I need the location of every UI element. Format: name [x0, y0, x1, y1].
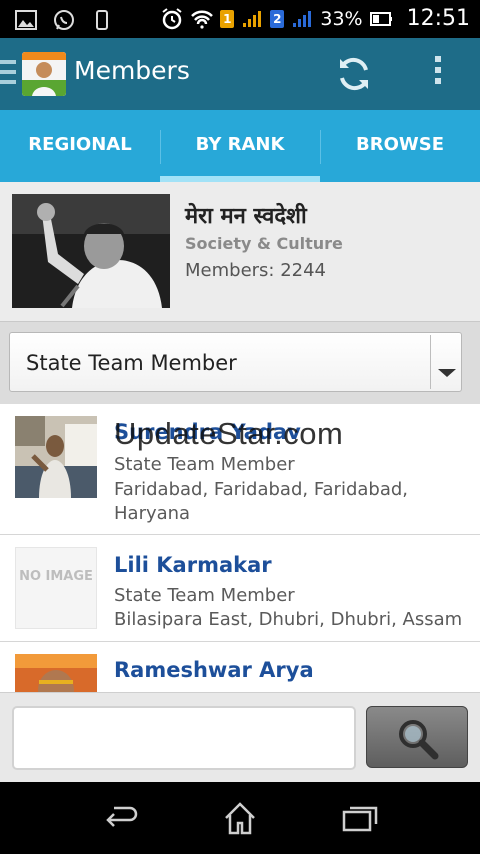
filter-area: State Team Member	[0, 322, 480, 404]
rank-filter-select[interactable]: State Team Member	[9, 332, 462, 392]
member-avatar	[15, 654, 97, 692]
recent-apps-icon[interactable]	[340, 800, 380, 836]
member-rank: State Team Member	[114, 454, 295, 475]
tab-by-rank[interactable]: BY RANK	[160, 110, 320, 182]
back-icon[interactable]	[100, 800, 140, 836]
phone-icon	[96, 10, 108, 30]
signal-icon	[243, 10, 262, 27]
clock: 12:51	[406, 6, 470, 31]
member-name[interactable]: Rameshwar Arya	[114, 658, 314, 682]
battery-icon	[369, 11, 392, 26]
watermark: UpdateStar.com	[114, 416, 344, 451]
action-bar: Members	[0, 38, 480, 110]
tab-browse[interactable]: BROWSE	[320, 110, 480, 182]
notification-icons	[14, 8, 114, 32]
gallery-icon	[15, 10, 37, 30]
battery-percent: 33%	[320, 7, 363, 30]
member-list[interactable]: Surendra Yadav State Team Member Faridab…	[0, 404, 480, 692]
tab-bar: REGIONAL BY RANK BROWSE	[0, 110, 480, 182]
member-location: Bilasipara East, Dhubri, Dhubri, Assam	[114, 609, 463, 630]
list-item[interactable]: NO IMAGE Lili Karmakar State Team Member…	[0, 535, 480, 642]
home-icon[interactable]	[220, 800, 260, 836]
group-category: Society & Culture	[185, 234, 343, 253]
app-logo-image	[22, 52, 66, 96]
rank-filter-value: State Team Member	[26, 351, 237, 375]
wifi-icon	[191, 10, 214, 29]
group-photo	[12, 194, 170, 308]
sim1-badge: 1	[220, 9, 235, 28]
member-location: Faridabad, Faridabad, Faridabad, Haryana	[114, 479, 409, 524]
dropdown-arrow-icon[interactable]	[438, 369, 456, 377]
group-member-count: Members: 2244	[185, 260, 327, 281]
divider	[430, 335, 431, 389]
member-rank: State Team Member	[114, 585, 295, 606]
drawer-indicator-icon[interactable]	[0, 60, 16, 88]
screen-title: Members	[74, 56, 190, 85]
navigation-bar	[0, 782, 480, 854]
tab-regional[interactable]: REGIONAL	[0, 110, 160, 182]
search-icon	[399, 720, 439, 760]
signal-icon	[293, 10, 312, 27]
search-bar	[0, 692, 480, 782]
member-avatar	[15, 416, 97, 498]
search-button[interactable]	[366, 706, 468, 768]
list-item[interactable]: Rameshwar Arya	[0, 642, 480, 692]
sim2-badge: 2	[270, 9, 285, 28]
whatsapp-icon	[54, 10, 74, 30]
list-item[interactable]: Surendra Yadav State Team Member Faridab…	[0, 404, 480, 535]
group-header: मेरा मन स्वदेशी Society & Culture Member…	[0, 182, 480, 322]
member-name[interactable]: Lili Karmakar	[114, 553, 272, 577]
status-bar: 1 2 33% 12:51	[0, 0, 480, 38]
overflow-menu-icon[interactable]	[426, 56, 450, 92]
system-icons: 1 2 33% 12:51	[160, 6, 470, 31]
no-image-placeholder: NO IMAGE	[15, 547, 97, 629]
group-name: मेरा मन स्वदेशी	[185, 203, 307, 229]
refresh-icon[interactable]	[334, 54, 374, 94]
search-input[interactable]	[12, 706, 356, 770]
alarm-icon	[162, 7, 182, 29]
app-logo[interactable]	[22, 52, 66, 96]
